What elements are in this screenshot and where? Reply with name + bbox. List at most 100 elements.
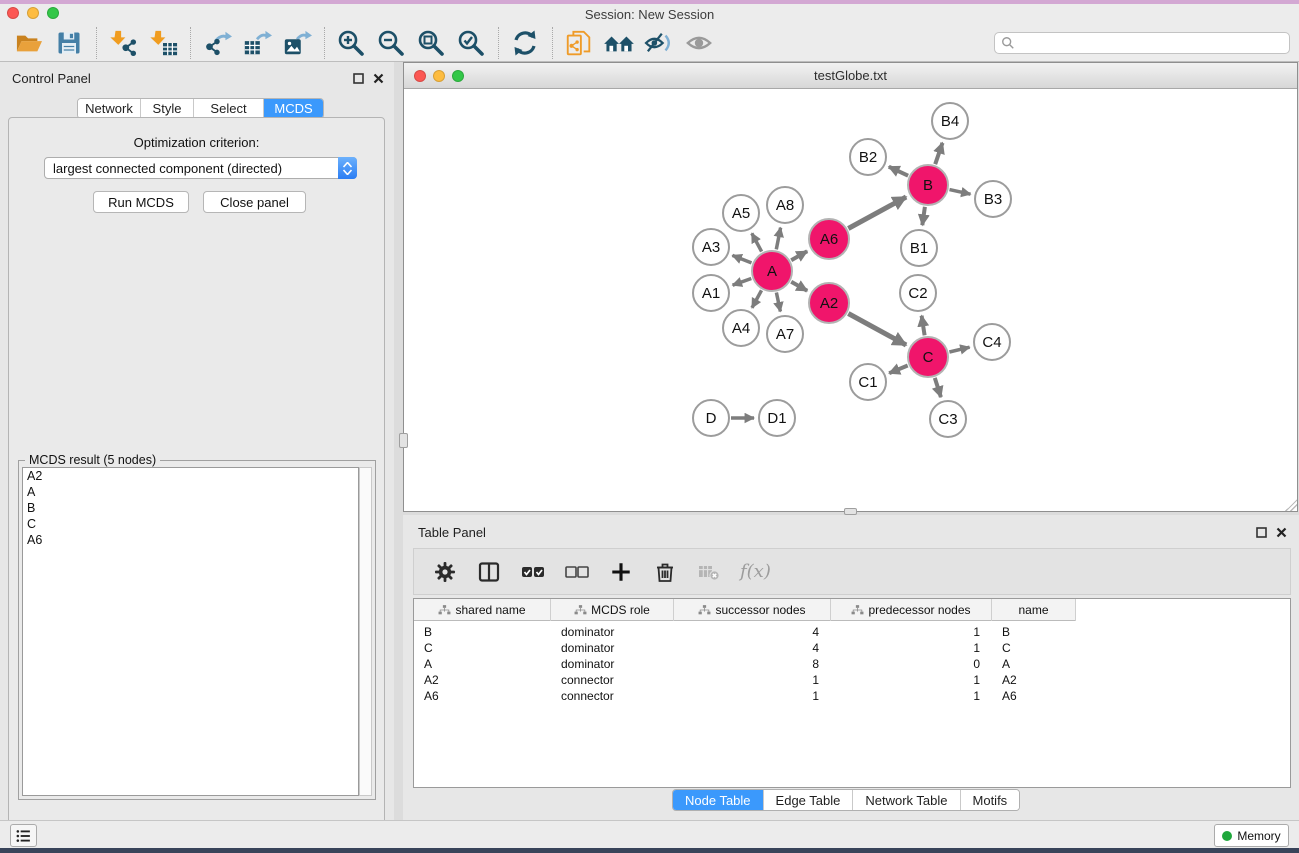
table-cell[interactable]: 4 [674,640,831,656]
graph-node-A[interactable]: A [751,250,793,292]
network-window-titlebar[interactable]: testGlobe.txt [404,63,1297,89]
mcds-result-list[interactable]: A2ABCA6 [22,467,359,796]
export-image-button[interactable] [280,28,314,58]
graph-node-B3[interactable]: B3 [974,180,1012,218]
mcds-result-item[interactable]: C [23,516,358,532]
window-resize-grip[interactable] [1285,499,1297,511]
table-cell[interactable]: 0 [831,656,992,672]
graph-node-A7[interactable]: A7 [766,315,804,353]
table-cell[interactable]: A2 [414,672,551,688]
table-cell[interactable]: dominator [551,624,674,640]
close-panel-icon[interactable] [372,72,384,84]
select-all-rows-button[interactable] [520,559,546,585]
show-eye-button[interactable] [682,28,716,58]
export-table-button[interactable] [240,28,274,58]
graph-node-C2[interactable]: C2 [899,274,937,312]
graph-node-A8[interactable]: A8 [766,186,804,224]
import-network-button[interactable] [106,28,140,58]
graph-node-C1[interactable]: C1 [849,363,887,401]
refresh-button[interactable] [508,28,542,58]
float-panel-icon[interactable] [352,72,364,84]
tab-network[interactable]: Network [78,99,141,118]
mcds-result-item[interactable]: A [23,484,358,500]
table-cell[interactable]: B [992,624,1076,640]
graph-node-B[interactable]: B [907,164,949,206]
mcds-result-scrollbar[interactable] [359,467,372,796]
column-header[interactable]: successor nodes [674,599,831,621]
table-cell[interactable]: A [992,656,1076,672]
graph-node-B2[interactable]: B2 [849,138,887,176]
table-cell[interactable]: A6 [992,688,1076,704]
show-columns-button[interactable] [476,559,502,585]
table-cell[interactable]: connector [551,688,674,704]
mcds-result-item[interactable]: B [23,500,358,516]
table-cell[interactable]: 1 [674,672,831,688]
node-table[interactable]: shared nameMCDS rolesuccessor nodesprede… [413,598,1291,788]
run-mcds-button[interactable]: Run MCDS [93,191,189,213]
table-cell[interactable]: 8 [674,656,831,672]
open-session-button[interactable] [12,28,46,58]
table-cell[interactable]: A2 [992,672,1076,688]
table-cell[interactable]: 1 [831,672,992,688]
column-header[interactable]: shared name [414,599,551,621]
task-history-button[interactable] [10,824,37,847]
graph-node-A4[interactable]: A4 [722,309,760,347]
table-cell[interactable]: dominator [551,656,674,672]
hide-selected-button[interactable] [642,28,676,58]
delete-column-button[interactable] [652,559,678,585]
table-cell[interactable]: C [414,640,551,656]
deselect-all-rows-button[interactable] [564,559,590,585]
graph-node-C3[interactable]: C3 [929,400,967,438]
canvas-bottom-grip[interactable] [844,508,857,515]
table-cell[interactable]: dominator [551,640,674,656]
graph-node-A2[interactable]: A2 [808,282,850,324]
copy-network-button[interactable] [562,28,596,58]
graph-node-B4[interactable]: B4 [931,102,969,140]
zoom-out-button[interactable] [374,28,408,58]
table-cell[interactable]: 1 [674,688,831,704]
table-cell[interactable]: A6 [414,688,551,704]
graph-node-A1[interactable]: A1 [692,274,730,312]
tab-style[interactable]: Style [141,99,194,118]
table-settings-button[interactable] [432,559,458,585]
canvas-left-grip[interactable] [399,433,408,448]
column-header[interactable]: name [992,599,1076,621]
tab-node-table[interactable]: Node Table [673,790,764,810]
network-canvas[interactable]: B4B2BB3A8A5A6A3B1AA1C2A2A4A7C4CC1C3DD1 [404,89,1297,511]
zoom-in-button[interactable] [334,28,368,58]
criterion-dropdown[interactable]: largest connected component (directed) [44,157,357,179]
add-column-button[interactable] [608,559,634,585]
table-cell[interactable]: 1 [831,624,992,640]
tab-select[interactable]: Select [194,99,264,118]
table-row[interactable]: Adominator80A [414,656,1076,672]
table-cell[interactable]: C [992,640,1076,656]
table-cell[interactable]: 1 [831,688,992,704]
tab-network-table[interactable]: Network Table [853,790,960,810]
home-layout-button[interactable] [602,28,636,58]
table-cell[interactable]: 1 [831,640,992,656]
float-table-panel-icon[interactable] [1255,526,1267,538]
memory-button[interactable]: Memory [1214,824,1289,847]
table-row[interactable]: Bdominator41B [414,624,1076,640]
search-field[interactable] [994,32,1290,54]
import-table-button[interactable] [146,28,180,58]
table-cell[interactable]: connector [551,672,674,688]
column-header[interactable]: MCDS role [551,599,674,621]
close-panel-button[interactable]: Close panel [203,191,306,213]
tab-mcds[interactable]: MCDS [264,99,323,118]
graph-node-D1[interactable]: D1 [758,399,796,437]
table-cell[interactable]: A [414,656,551,672]
zoom-selected-button[interactable] [454,28,488,58]
graph-node-D[interactable]: D [692,399,730,437]
close-table-panel-icon[interactable] [1275,526,1287,538]
tab-motifs[interactable]: Motifs [961,790,1020,810]
search-input[interactable] [1015,36,1289,50]
table-row[interactable]: A2connector11A2 [414,672,1076,688]
graph-node-A6[interactable]: A6 [808,218,850,260]
column-header[interactable]: predecessor nodes [831,599,992,621]
tab-edge-table[interactable]: Edge Table [764,790,854,810]
table-row[interactable]: Cdominator41C [414,640,1076,656]
export-network-button[interactable] [200,28,234,58]
table-cell[interactable]: 4 [674,624,831,640]
mcds-result-item[interactable]: A6 [23,532,358,548]
